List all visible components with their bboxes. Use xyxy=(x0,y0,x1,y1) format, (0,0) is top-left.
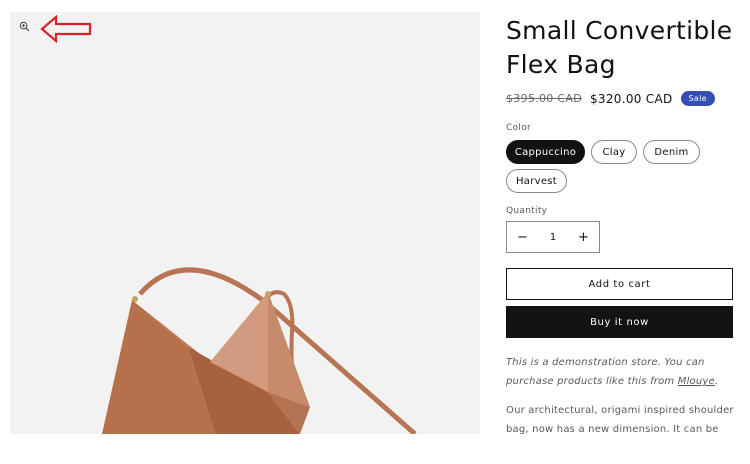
add-to-cart-button[interactable]: Add to cart xyxy=(506,268,733,300)
mlouye-link[interactable]: Mlouye xyxy=(678,376,715,387)
quantity-input[interactable]: 1 xyxy=(538,232,568,243)
quantity-increase-button[interactable]: + xyxy=(568,222,599,252)
sale-badge: Sale xyxy=(680,91,715,106)
quantity-label: Quantity xyxy=(506,206,548,216)
color-label: Color xyxy=(506,123,531,133)
price-row: $395.00 CAD $320.00 CAD Sale xyxy=(506,91,715,106)
quantity-stepper: − 1 + xyxy=(506,221,600,253)
quantity-decrease-button[interactable]: − xyxy=(507,222,538,252)
product-description: Our architectural, origami inspired shou… xyxy=(506,405,734,435)
zoom-in-button[interactable] xyxy=(15,17,33,35)
red-arrow-annotation xyxy=(40,15,92,43)
demo-note-text: This is a demonstration store. You can p… xyxy=(506,357,705,387)
demo-note-suffix: . xyxy=(714,376,719,387)
original-price: $395.00 CAD xyxy=(506,92,582,105)
product-media xyxy=(10,12,480,434)
zoom-in-icon xyxy=(19,21,29,31)
demo-store-note: This is a demonstration store. You can p… xyxy=(506,353,740,391)
color-option-harvest[interactable]: Harvest xyxy=(506,169,567,193)
color-option-denim[interactable]: Denim xyxy=(643,140,700,164)
color-option-cappuccino[interactable]: Cappuccino xyxy=(506,140,585,164)
sale-price: $320.00 CAD xyxy=(589,91,673,106)
buy-now-button[interactable]: Buy it now xyxy=(506,306,733,338)
product-image-bag[interactable] xyxy=(10,12,480,434)
color-option-clay[interactable]: Clay xyxy=(591,140,637,164)
product-title: Small Convertible Flex Bag xyxy=(506,16,733,79)
